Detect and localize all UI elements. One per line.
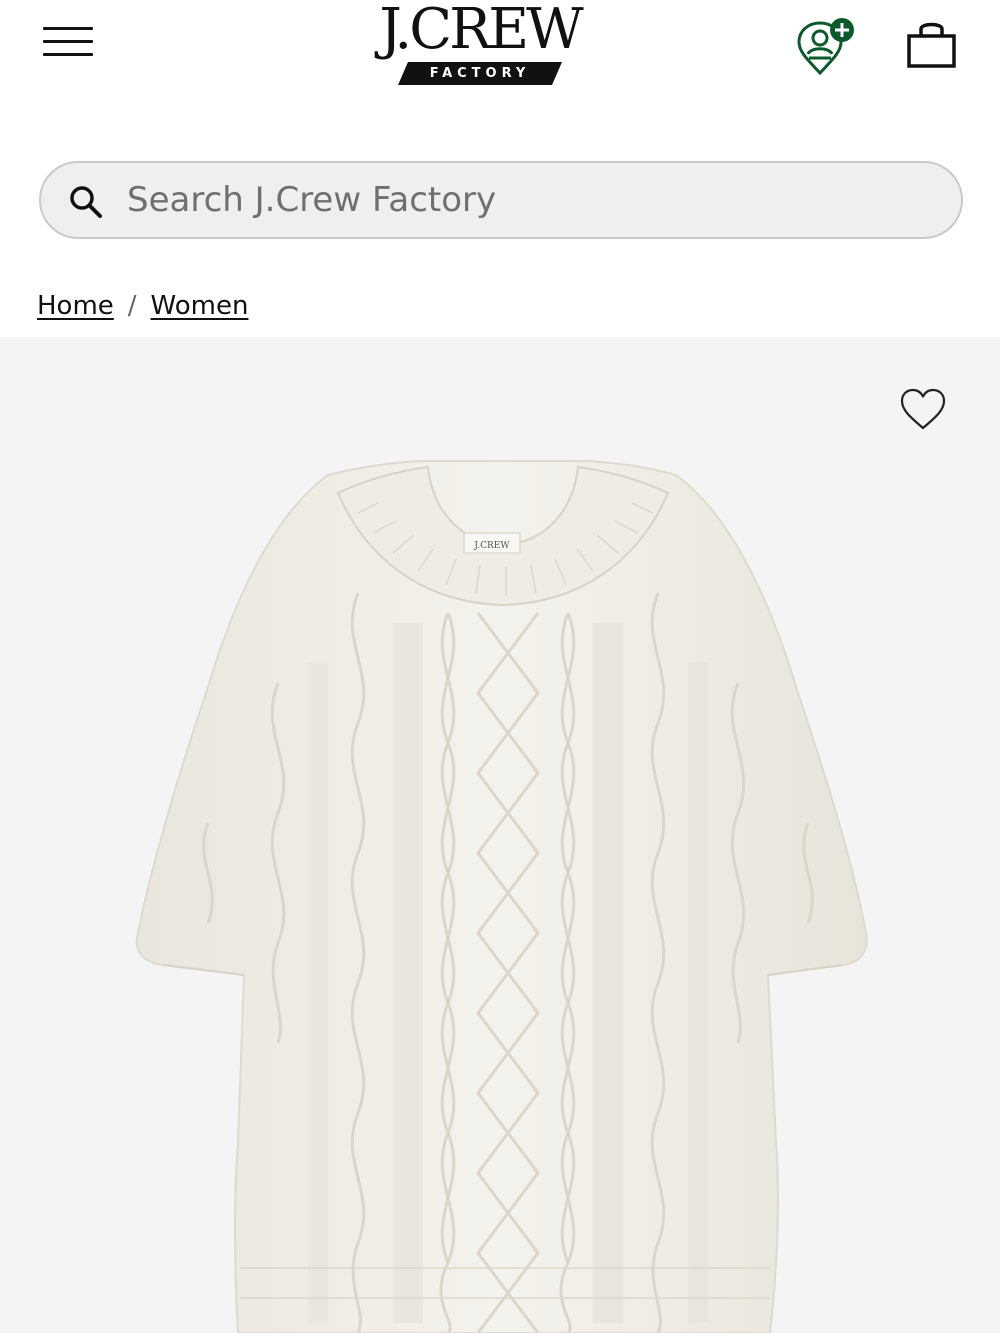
rewards-account-icon (797, 18, 854, 76)
menu-button[interactable] (40, 22, 96, 62)
rewards-account-button[interactable] (792, 16, 858, 80)
brand-logo[interactable]: J.CREW FACTORY (360, 0, 600, 92)
shopping-bag-button[interactable] (900, 18, 962, 74)
breadcrumb-separator: / (127, 291, 137, 321)
search-bar[interactable] (39, 161, 963, 239)
product-image[interactable]: J.CREW (28, 363, 974, 1333)
brand-subtitle: FACTORY (429, 66, 531, 81)
product-page: J.CREW FACTORY Search J.Crew Factory Hom… (0, 0, 1000, 1333)
search-input[interactable] (127, 171, 927, 229)
breadcrumb: Home / Women (37, 286, 248, 326)
shopping-bag-icon (907, 22, 956, 68)
wishlist-button[interactable] (896, 384, 950, 436)
search-icon (70, 186, 102, 218)
breadcrumb-home-link[interactable]: Home (37, 291, 114, 321)
site-header: J.CREW FACTORY (0, 0, 1000, 120)
heart-outline-icon (900, 388, 946, 430)
cable-knit-poncho-sweater-image: J.CREW (135, 460, 868, 1333)
brand-wordmark: J.CREW (379, 0, 583, 62)
breadcrumb-women-link[interactable]: Women (151, 291, 249, 321)
garment-label-text: J.CREW (473, 541, 510, 551)
